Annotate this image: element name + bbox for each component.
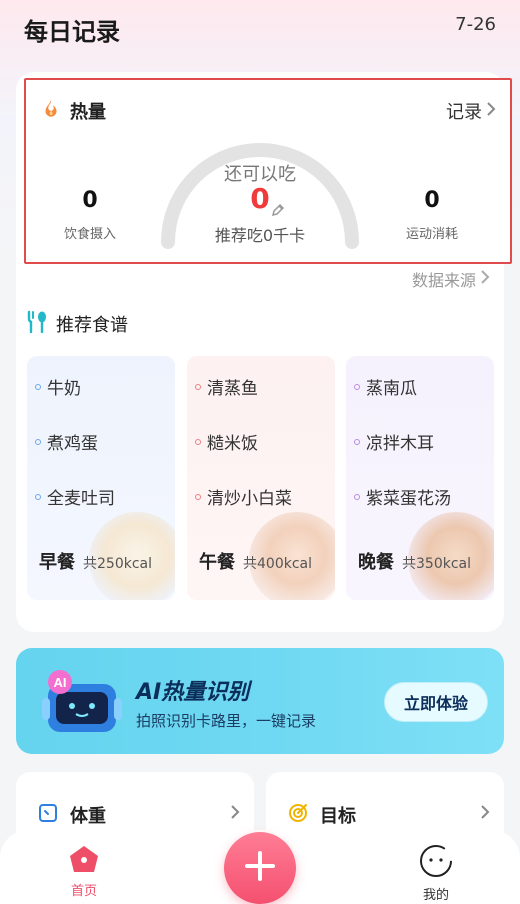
try-now-button[interactable]: 立即体验 — [384, 682, 488, 722]
tab-home[interactable]: 首页 — [44, 844, 124, 899]
flame-icon — [40, 98, 62, 124]
chevron-right-icon — [486, 101, 496, 122]
target-icon — [288, 803, 308, 828]
record-link[interactable]: 记录 — [446, 98, 496, 124]
bullet-dot-icon — [195, 383, 201, 390]
meal-item: 糙米饭 — [195, 429, 258, 454]
meal-kcal: 共350kcal — [402, 556, 471, 572]
add-record-button[interactable] — [224, 832, 296, 904]
remaining-value[interactable]: 0 — [154, 182, 366, 217]
meal-footer: 早餐 共250kcal — [39, 548, 152, 574]
burn-value: 0 — [424, 188, 440, 213]
meal-item: 紫菜蛋花汤 — [354, 484, 451, 509]
page-title: 每日记录 — [24, 18, 120, 46]
meal-footer: 晚餐 共350kcal — [358, 548, 471, 574]
home-icon — [67, 846, 101, 878]
intake-value: 0 — [82, 188, 98, 213]
meal-item: 蒸南瓜 — [354, 374, 417, 399]
bullet-dot-icon — [354, 438, 360, 445]
plus-icon — [243, 849, 277, 887]
calorie-panel[interactable]: 热量 记录 0 饮食摄入 还可以吃 0 推荐吃0千卡 0 运动消耗 — [24, 78, 512, 264]
recipes-header: 推荐食谱 — [26, 310, 128, 338]
ai-robot-icon: AI — [34, 668, 130, 740]
scale-icon — [38, 803, 58, 828]
meal-item: 煮鸡蛋 — [35, 429, 98, 454]
meal-name: 晚餐 — [358, 552, 394, 573]
meal-kcal: 共250kcal — [83, 556, 152, 572]
intake-label: 饮食摄入 — [63, 227, 116, 242]
tab-mine[interactable]: 我的 — [396, 844, 476, 903]
bullet-dot-icon — [35, 493, 41, 500]
tab-home-label: 首页 — [70, 884, 97, 899]
chevron-right-icon — [480, 804, 490, 824]
ai-calorie-banner[interactable]: AI AI热量识别 拍照识别卡路里，一键记录 立即体验 — [16, 648, 504, 754]
goal-label: 目标 — [320, 806, 356, 827]
record-link-label: 记录 — [446, 102, 482, 123]
data-source-link[interactable]: 数据来源 — [412, 267, 490, 291]
bullet-dot-icon — [195, 493, 201, 500]
calorie-header: 热量 — [40, 98, 106, 124]
meal-item: 全麦吐司 — [35, 484, 115, 509]
recipes-title: 推荐食谱 — [56, 315, 128, 336]
bullet-dot-icon — [35, 383, 41, 390]
meal-item: 凉拌木耳 — [354, 429, 434, 454]
intake-stat: 0 饮食摄入 — [30, 188, 150, 242]
remaining-number: 0 — [250, 182, 270, 215]
meal-card-breakfast[interactable]: 牛奶 煮鸡蛋 全麦吐司 早餐 共250kcal — [27, 356, 175, 600]
bullet-dot-icon — [35, 438, 41, 445]
burn-label: 运动消耗 — [405, 227, 458, 242]
top-bar: 每日记录 7-26 — [0, 0, 520, 56]
chevron-right-icon — [480, 269, 490, 289]
tab-mine-label: 我的 — [422, 888, 449, 903]
profile-icon — [418, 845, 454, 882]
fork-spoon-icon — [26, 310, 48, 338]
meal-kcal: 共400kcal — [243, 556, 312, 572]
chevron-right-icon — [230, 804, 240, 824]
meal-card-dinner[interactable]: 蒸南瓜 凉拌木耳 紫菜蛋花汤 晚餐 共350kcal — [346, 356, 494, 600]
meal-footer: 午餐 共400kcal — [199, 548, 312, 574]
calorie-title: 热量 — [70, 102, 106, 123]
bullet-dot-icon — [195, 438, 201, 445]
meal-card-lunch[interactable]: 清蒸鱼 糙米饭 清炒小白菜 午餐 共400kcal — [187, 356, 335, 600]
weight-row: 体重 — [38, 802, 106, 828]
ai-banner-title: AI热量识别 — [136, 680, 250, 705]
meal-item: 清炒小白菜 — [195, 484, 292, 509]
data-source-label: 数据来源 — [411, 271, 476, 290]
burn-stat: 0 运动消耗 — [372, 188, 492, 242]
meal-item: 清蒸鱼 — [195, 374, 258, 399]
remaining-gauge: 还可以吃 0 推荐吃0千卡 — [154, 134, 366, 250]
goal-row: 目标 — [288, 802, 356, 828]
meal-name: 早餐 — [39, 552, 75, 573]
bullet-dot-icon — [354, 383, 360, 390]
ai-banner-subtitle: 拍照识别卡路里，一键记录 — [136, 712, 317, 730]
bullet-dot-icon — [354, 493, 360, 500]
edit-pencil-icon[interactable] — [270, 192, 286, 225]
suggest-text: 推荐吃0千卡 — [214, 226, 306, 245]
ai-badge-text: AI — [54, 675, 67, 690]
meal-item: 牛奶 — [35, 374, 81, 399]
date-label[interactable]: 7-26 — [455, 14, 496, 35]
meal-name: 午餐 — [199, 552, 235, 573]
weight-label: 体重 — [70, 806, 106, 827]
